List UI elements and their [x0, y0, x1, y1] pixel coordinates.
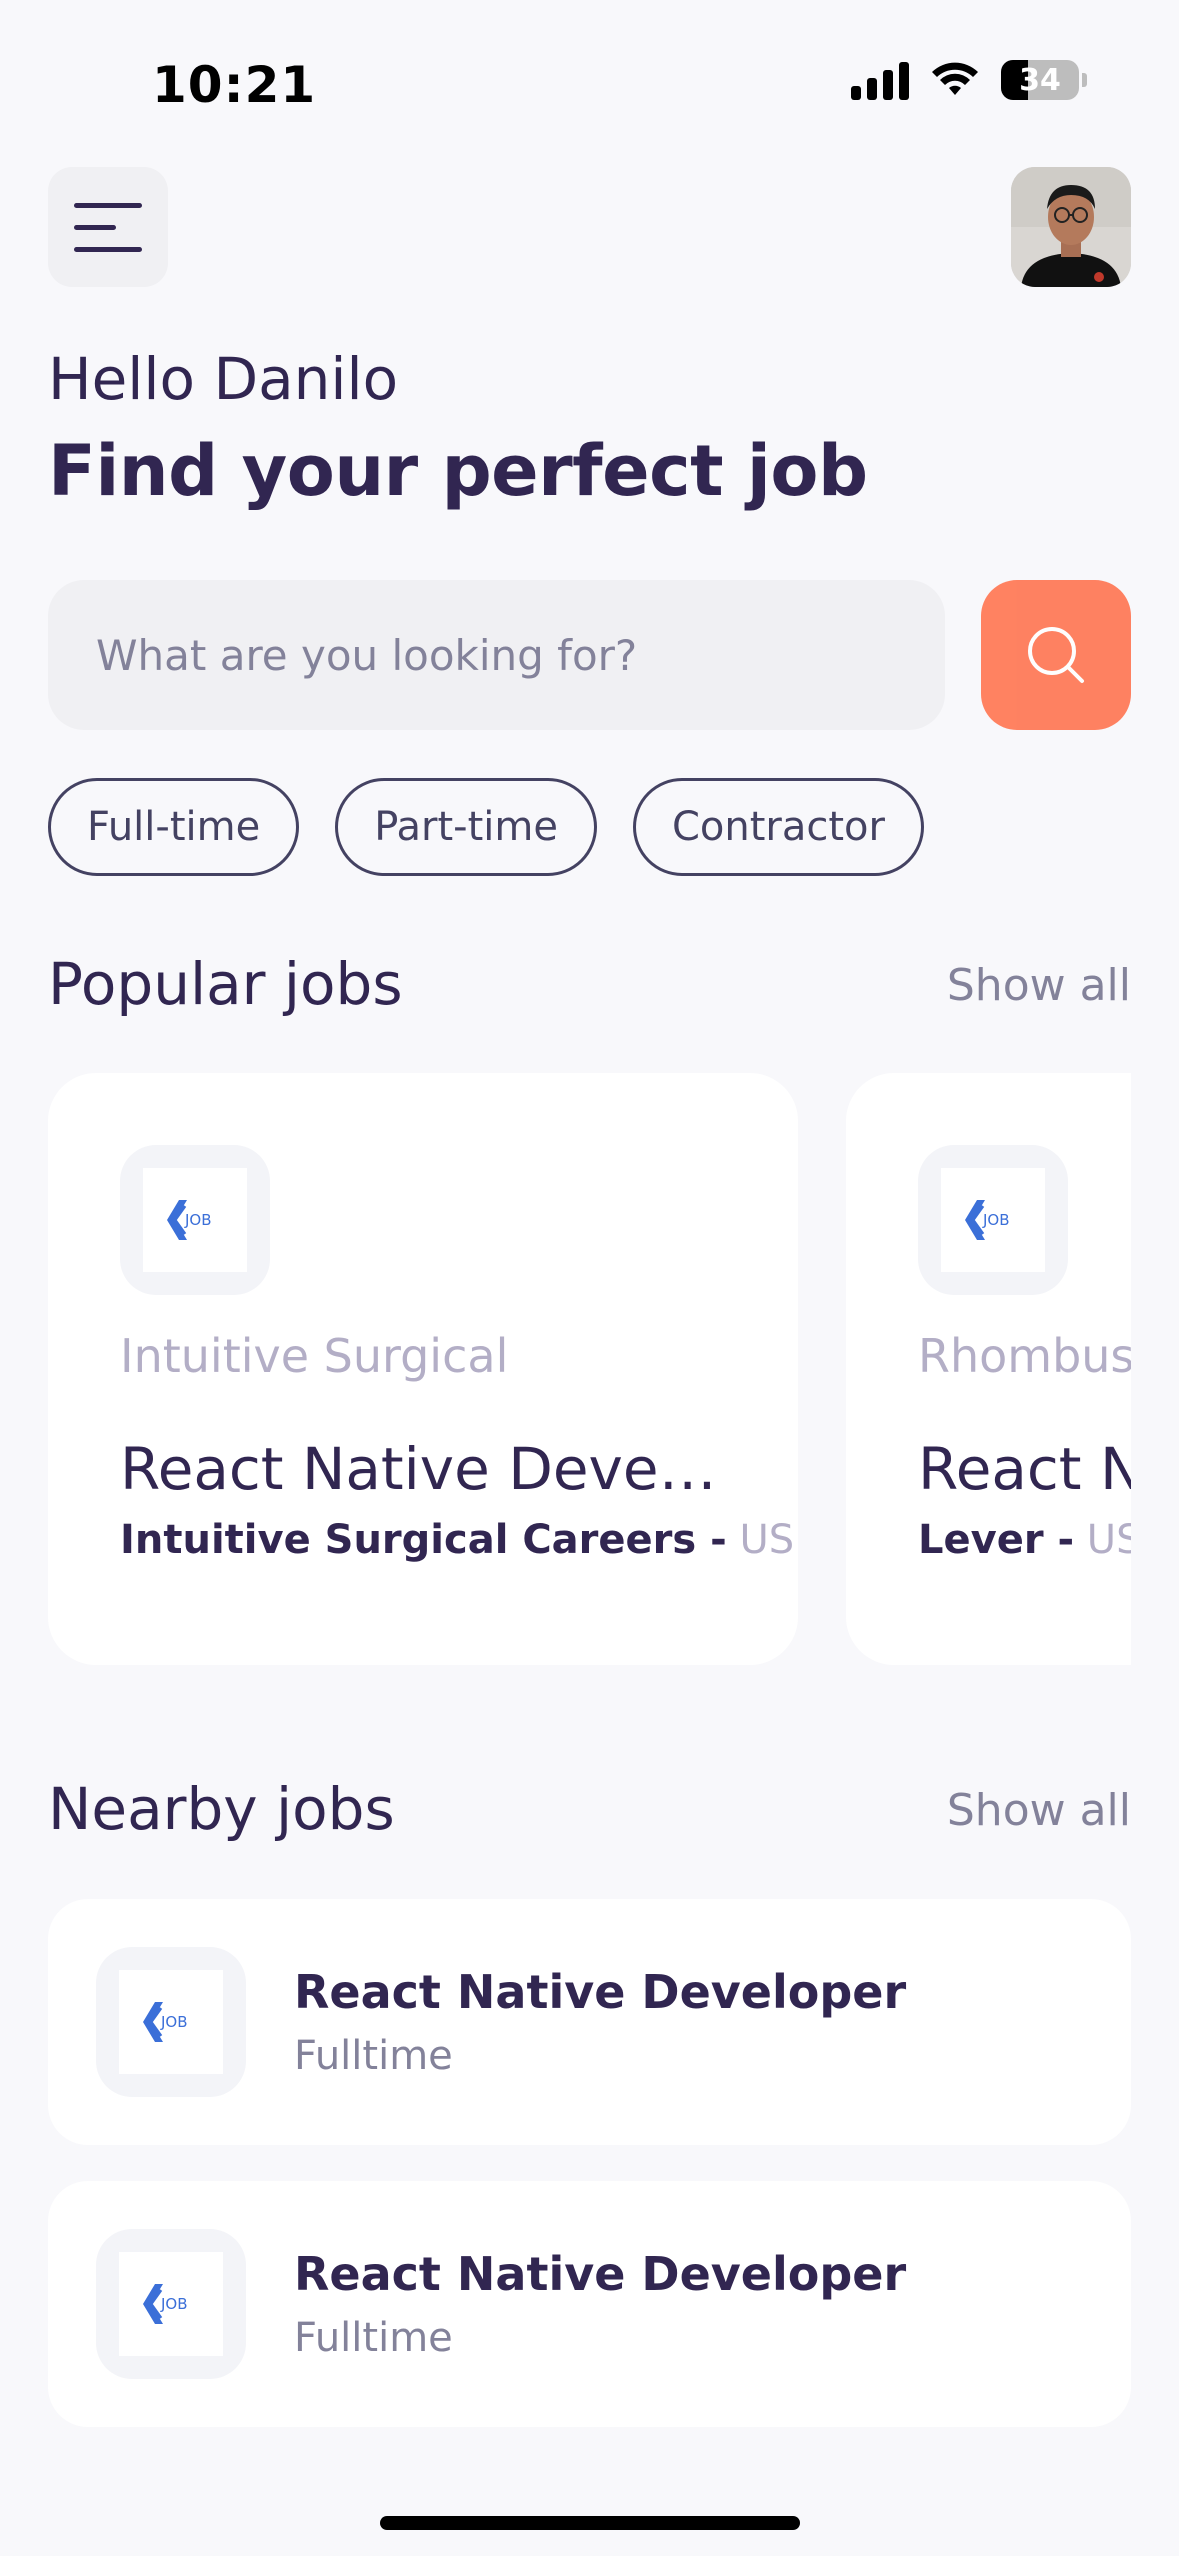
job-title: React Native Developer: [294, 2247, 907, 2301]
job-country: US: [739, 1517, 795, 1563]
home-indicator[interactable]: [380, 2516, 800, 2530]
job-title: React N: [918, 1435, 1131, 1503]
company-name: Rhombus: [918, 1329, 1131, 1383]
svg-text:JOB: JOB: [982, 1211, 1010, 1229]
company-name: Intuitive Surgical: [120, 1329, 509, 1383]
status-time: 10:21: [152, 56, 317, 114]
tab-contractor[interactable]: Contractor: [632, 778, 924, 876]
company-logo: JOB: [918, 1145, 1068, 1295]
nearby-job-card[interactable]: JOB React Native Developer Fulltime: [48, 1899, 1131, 2145]
nearby-show-all-link[interactable]: Show all: [947, 1785, 1131, 1836]
popular-job-card[interactable]: JOB Rhombus React N Lever - US: [846, 1073, 1131, 1665]
job-publisher: Lever -: [918, 1517, 1075, 1563]
job-publisher: Intuitive Surgical Careers -: [120, 1517, 727, 1563]
job-logo-icon: JOB: [143, 2002, 188, 2042]
company-logo: JOB: [96, 2229, 246, 2379]
job-type: Fulltime: [294, 2315, 453, 2361]
job-title: React Native Develo…: [120, 1435, 730, 1503]
job-country: US: [1086, 1517, 1131, 1563]
nearby-jobs-title: Nearby jobs: [48, 1775, 395, 1843]
status-icons: 34: [851, 60, 1087, 100]
job-meta: Intuitive Surgical Careers - US: [120, 1517, 794, 1563]
profile-photo: [1011, 167, 1131, 287]
search-icon: [1028, 627, 1084, 683]
popular-job-card[interactable]: JOB Intuitive Surgical React Native Deve…: [48, 1073, 798, 1665]
status-bar: 10:21 34: [0, 0, 1179, 150]
battery-level: 34: [1019, 62, 1061, 98]
avatar[interactable]: [1011, 167, 1131, 287]
page-title: Find your perfect job: [48, 430, 868, 512]
search-button[interactable]: [981, 580, 1131, 730]
search-input[interactable]: [96, 630, 945, 680]
popular-show-all-link[interactable]: Show all: [947, 960, 1131, 1011]
job-title: React Native Developer: [294, 1965, 907, 2019]
greeting: Hello Danilo: [48, 345, 399, 413]
job-meta: Lever - US: [918, 1517, 1131, 1563]
svg-text:JOB: JOB: [160, 2013, 188, 2031]
tab-part-time[interactable]: Part-time: [335, 778, 597, 876]
popular-jobs-title: Popular jobs: [48, 950, 403, 1018]
company-logo: JOB: [96, 1947, 246, 2097]
battery-icon: 34: [1001, 60, 1087, 100]
cellular-signal-icon: [851, 60, 909, 100]
job-type: Fulltime: [294, 2033, 453, 2079]
menu-icon: [74, 202, 142, 208]
search-field[interactable]: [48, 580, 945, 730]
tab-full-time[interactable]: Full-time: [48, 778, 300, 876]
svg-text:JOB: JOB: [184, 1211, 212, 1229]
wifi-icon: [932, 62, 978, 95]
svg-text:JOB: JOB: [160, 2295, 188, 2313]
job-logo-icon: JOB: [143, 2284, 188, 2324]
job-logo-icon: JOB: [965, 1200, 1010, 1240]
job-logo-icon: JOB: [167, 1200, 212, 1240]
menu-button[interactable]: [48, 167, 168, 287]
popular-jobs-carousel[interactable]: JOB Intuitive Surgical React Native Deve…: [48, 1073, 1131, 1665]
company-logo: JOB: [120, 1145, 270, 1295]
nearby-job-card[interactable]: JOB React Native Developer Fulltime: [48, 2181, 1131, 2427]
job-type-tabs: Full-time Part-time Contractor: [48, 778, 924, 876]
